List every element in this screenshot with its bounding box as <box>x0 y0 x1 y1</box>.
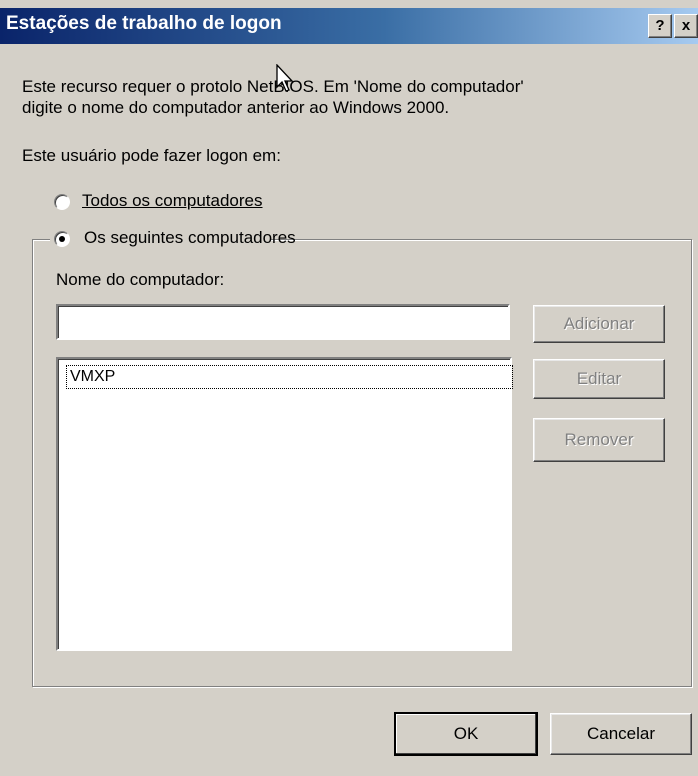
remove-button[interactable]: Remover <box>533 418 665 462</box>
computer-list[interactable]: VMXP <box>56 357 513 651</box>
description-line-2: digite o nome do computador anterior ao … <box>22 98 450 117</box>
description-line-1: Este recurso requer o protolo NetBIOS. E… <box>22 77 524 96</box>
ok-button[interactable]: OK <box>394 712 538 756</box>
group-legend: Os seguintes computadores <box>50 228 296 250</box>
radio-selected-dot <box>59 236 65 242</box>
cancel-button[interactable]: Cancelar <box>550 713 692 755</box>
mouse-pointer-icon <box>276 64 294 92</box>
logon-label: Este usuário pode fazer logon em: <box>22 146 281 165</box>
radio-following-computers-label[interactable]: Os seguintes computadores <box>84 228 296 248</box>
edit-button[interactable]: Editar <box>533 359 665 399</box>
computer-name-label: Nome do computador: <box>56 270 225 289</box>
add-button[interactable]: Adicionar <box>533 305 665 343</box>
list-item[interactable]: VMXP <box>66 365 513 389</box>
title-bar[interactable]: Estações de trabalho de logon ? x <box>0 8 698 44</box>
radio-all-computers-label[interactable]: Todos os computadores <box>82 191 263 211</box>
radio-following-computers[interactable] <box>54 231 70 247</box>
radio-all-computers[interactable] <box>54 194 70 210</box>
computer-name-input[interactable] <box>56 304 510 340</box>
close-button[interactable]: x <box>674 14 698 38</box>
window-title: Estações de trabalho de logon <box>6 13 282 34</box>
logon-workstations-dialog: Estações de trabalho de logon ? x Este r… <box>0 0 698 776</box>
help-button[interactable]: ? <box>648 14 672 38</box>
